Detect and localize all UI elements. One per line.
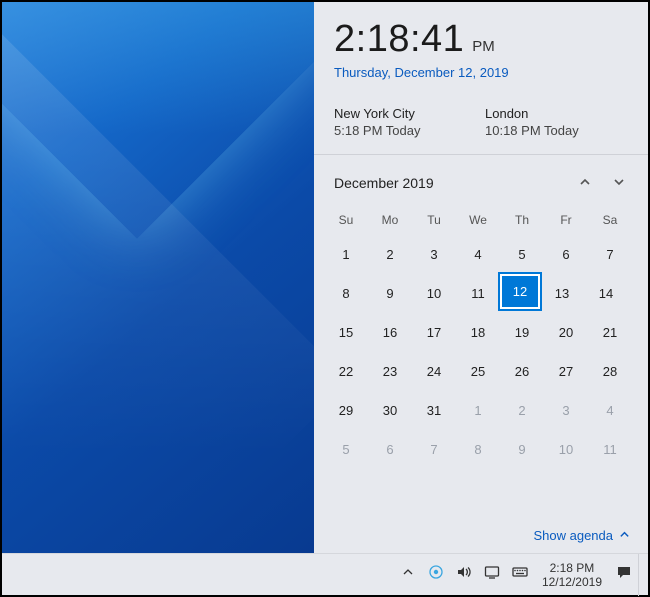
calendar-day[interactable]: 3 <box>412 235 456 274</box>
additional-clocks: New York City 5:18 PM Today London 10:18… <box>314 92 648 154</box>
calendar-day[interactable]: 25 <box>456 352 500 391</box>
calendar-day[interactable]: 6 <box>368 430 412 469</box>
taskbar-date: 12/12/2019 <box>542 575 602 589</box>
calendar-dow: Tu <box>412 205 456 235</box>
calendar-day[interactable]: 27 <box>544 352 588 391</box>
calendar-day[interactable]: 20 <box>544 313 588 352</box>
chevron-up-icon <box>579 176 591 191</box>
calendar-day[interactable]: 9 <box>368 274 412 313</box>
calendar-day[interactable]: 22 <box>324 352 368 391</box>
calendar-day[interactable]: 9 <box>500 430 544 469</box>
calendar-day[interactable]: 2 <box>500 391 544 430</box>
clock-date-link[interactable]: Thursday, December 12, 2019 <box>334 65 628 80</box>
clock-ampm: PM <box>472 38 495 55</box>
calendar-day[interactable]: 3 <box>544 391 588 430</box>
taskbar-time: 2:18 PM <box>550 561 595 575</box>
calendar-day[interactable]: 10 <box>412 274 456 313</box>
calendar-day[interactable]: 4 <box>456 235 500 274</box>
cortana-icon <box>428 564 444 585</box>
calendar-day[interactable]: 10 <box>544 430 588 469</box>
volume-tray-icon[interactable] <box>450 554 478 596</box>
network-tray-icon[interactable] <box>478 554 506 596</box>
extra-clock: London 10:18 PM Today <box>485 106 628 138</box>
desktop-wallpaper <box>2 2 314 553</box>
extra-clock-city: New York City <box>334 106 477 121</box>
extra-clock-city: London <box>485 106 628 121</box>
calendar-next-button[interactable] <box>602 169 636 197</box>
extra-clock-time: 5:18 PM Today <box>334 123 477 138</box>
volume-icon <box>456 564 472 585</box>
calendar-day[interactable]: 17 <box>412 313 456 352</box>
calendar-day[interactable]: 30 <box>368 391 412 430</box>
calendar-day[interactable]: 16 <box>368 313 412 352</box>
ime-tray-icon[interactable] <box>506 554 534 596</box>
show-agenda-label: Show agenda <box>533 528 613 543</box>
calendar-dow: Fr <box>544 205 588 235</box>
calendar-day[interactable]: 5 <box>500 235 544 274</box>
calendar-day[interactable]: 11 <box>456 274 500 313</box>
calendar-dow: We <box>456 205 500 235</box>
calendar-day[interactable]: 6 <box>544 235 588 274</box>
calendar-dow: Mo <box>368 205 412 235</box>
calendar-day[interactable]: 1 <box>456 391 500 430</box>
clock-time: 2:18:41 <box>334 18 464 61</box>
cortana-tray-icon[interactable] <box>422 554 450 596</box>
calendar-day[interactable]: 8 <box>456 430 500 469</box>
tray-overflow-button[interactable] <box>394 554 422 596</box>
extra-clock: New York City 5:18 PM Today <box>334 106 477 138</box>
taskbar: 2:18 PM 12/12/2019 <box>2 553 648 595</box>
clock-time-row: 2:18:41 PM <box>334 18 628 61</box>
calendar-dow: Sa <box>588 205 632 235</box>
calendar-day[interactable]: 21 <box>588 313 632 352</box>
calendar-day[interactable]: 15 <box>324 313 368 352</box>
calendar-day[interactable]: 8 <box>324 274 368 313</box>
keyboard-icon <box>512 564 528 585</box>
clock-calendar-flyout: 2:18:41 PM Thursday, December 12, 2019 N… <box>314 2 648 553</box>
taskbar-clock[interactable]: 2:18 PM 12/12/2019 <box>534 554 610 596</box>
calendar-day[interactable]: 2 <box>368 235 412 274</box>
chevron-down-icon <box>613 176 625 191</box>
network-icon <box>484 564 500 585</box>
calendar-day[interactable]: 26 <box>500 352 544 391</box>
calendar-month-title[interactable]: December 2019 <box>334 175 434 191</box>
chevron-up-icon <box>619 528 630 543</box>
calendar-dow: Su <box>324 205 368 235</box>
show-desktop-button[interactable] <box>638 554 644 596</box>
calendar-day[interactable]: 18 <box>456 313 500 352</box>
calendar-day[interactable]: 19 <box>500 313 544 352</box>
show-agenda-button[interactable]: Show agenda <box>533 528 630 543</box>
action-center-icon <box>616 564 632 585</box>
calendar-day[interactable]: 7 <box>588 235 632 274</box>
calendar-day-today[interactable]: 12 <box>500 274 540 309</box>
calendar-day[interactable]: 29 <box>324 391 368 430</box>
calendar-dow: Th <box>500 205 544 235</box>
extra-clock-time: 10:18 PM Today <box>485 123 628 138</box>
calendar-day[interactable]: 24 <box>412 352 456 391</box>
calendar-day[interactable]: 11 <box>588 430 632 469</box>
chevron-up-icon <box>400 564 416 585</box>
calendar-day[interactable]: 7 <box>412 430 456 469</box>
calendar-grid: SuMoTuWeThFrSa12345678910111213141516171… <box>314 203 648 473</box>
calendar-day[interactable]: 5 <box>324 430 368 469</box>
calendar-day[interactable]: 13 <box>540 274 584 313</box>
calendar-day[interactable]: 4 <box>588 391 632 430</box>
calendar-day[interactable]: 23 <box>368 352 412 391</box>
calendar-day[interactable]: 1 <box>324 235 368 274</box>
action-center-button[interactable] <box>610 554 638 596</box>
calendar-day[interactable]: 14 <box>584 274 628 313</box>
calendar-day[interactable]: 28 <box>588 352 632 391</box>
calendar-prev-button[interactable] <box>568 169 602 197</box>
calendar-day[interactable]: 31 <box>412 391 456 430</box>
